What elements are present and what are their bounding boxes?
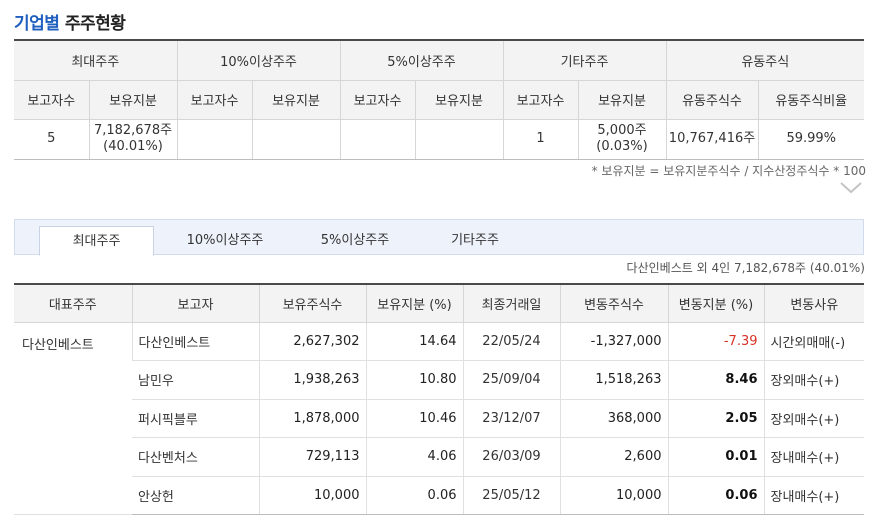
summary-group-header: 5%이상주주 xyxy=(339,40,503,81)
share-formula-note: * 보유지분 = 보유지분주식수 / 지수산정주식수 * 100 xyxy=(591,164,866,178)
held-shares: 2,627,302 xyxy=(258,322,366,361)
summary-cell: 1 xyxy=(502,119,578,160)
summary-cell: 5 xyxy=(14,119,89,160)
last-trade-date: 23/12/07 xyxy=(462,399,560,438)
summary-subheader: 보유지분 xyxy=(577,80,666,120)
changed-percent: -7.39 xyxy=(667,322,764,361)
summary-cell: 7,182,678주 (40.01%) xyxy=(88,119,177,160)
shareholder-summary-table: 최대주주 10%이상주주 5%이상주주 기타주주 유동주식 보고자수 보유지분 … xyxy=(14,39,864,160)
change-reason: 장내매수(+) xyxy=(763,437,864,477)
tab-other-shareholder[interactable]: 기타주주 xyxy=(425,226,525,256)
last-trade-date: 25/05/12 xyxy=(462,476,560,515)
column-header: 보유지분 (%) xyxy=(365,284,463,323)
table-row: 다산인베스트 다산인베스트 2,627,302 14.64 22/05/24 -… xyxy=(14,322,864,515)
table-row: 안상헌 10,000 0.06 25/05/12 10,000 0.06 장내매… xyxy=(14,476,864,515)
shareholder-detail-table: 대표주주 보고자 보유주식수 보유지분 (%) 최종거래일 변동주식수 변동지분… xyxy=(14,283,864,515)
shareholder-tabs: 최대주주 10%이상주주 5%이상주주 기타주주 xyxy=(14,219,864,256)
last-trade-date: 25/09/04 xyxy=(462,360,560,400)
reporter-name: 다산인베스트 xyxy=(131,322,259,361)
summary-group-header: 유동주식 xyxy=(665,40,864,81)
changed-shares: 10,000 xyxy=(559,476,668,515)
changed-shares: 368,000 xyxy=(559,399,668,438)
changed-shares: 1,518,263 xyxy=(559,360,668,400)
summary-subheader: 보유지분 xyxy=(414,80,503,120)
summary-group-header: 10%이상주주 xyxy=(176,40,340,81)
change-reason: 장외매수(+) xyxy=(763,399,864,438)
change-reason: 장외매수(+) xyxy=(763,360,864,400)
held-shares: 1,938,263 xyxy=(258,360,366,400)
column-header: 변동주식수 xyxy=(559,284,668,323)
last-trade-date: 22/05/24 xyxy=(462,322,560,361)
held-shares: 1,878,000 xyxy=(258,399,366,438)
shareholder-total-info: 다산인베스트 외 4인 7,182,678주 (40.01%) xyxy=(626,261,865,275)
summary-cell xyxy=(339,119,415,160)
page-title-section: 주주현황 xyxy=(64,14,126,34)
summary-subheader: 보고자수 xyxy=(502,80,578,120)
column-header: 보고자 xyxy=(131,284,259,323)
tab-10-percent-shareholder[interactable]: 10%이상주주 xyxy=(165,226,285,256)
changed-shares: -1,327,000 xyxy=(559,322,668,361)
changed-percent: 0.06 xyxy=(667,476,764,515)
page-title: 기업별 주주현황 xyxy=(14,9,126,34)
table-row: 남민우 1,938,263 10.80 25/09/04 1,518,263 8… xyxy=(14,360,864,400)
tab-5-percent-shareholder[interactable]: 5%이상주주 xyxy=(295,226,415,256)
page-title-company: 기업별 xyxy=(14,14,60,34)
summary-subheader: 보유지분 xyxy=(88,80,177,120)
changed-shares: 2,600 xyxy=(559,437,668,477)
reporter-name: 남민우 xyxy=(132,360,259,400)
held-percent: 14.64 xyxy=(365,322,463,361)
column-header: 변동지분 (%) xyxy=(667,284,764,323)
reporter-name: 퍼시픽블루 xyxy=(132,399,259,438)
reporter-name: 안상헌 xyxy=(132,476,259,515)
summary-cell xyxy=(251,119,340,160)
column-header: 대표주주 xyxy=(14,284,132,323)
summary-subheader: 보유지분 xyxy=(251,80,340,120)
table-row: 다산벤처스 729,113 4.06 26/03/09 2,600 0.01 장… xyxy=(14,437,864,477)
summary-subheader: 유동주식수 xyxy=(665,80,758,120)
held-shares: 729,113 xyxy=(258,437,366,477)
summary-cell xyxy=(414,119,503,160)
summary-cell: 5,000주 (0.03%) xyxy=(577,119,666,160)
held-percent: 4.06 xyxy=(365,437,463,477)
representative-shareholder: 다산인베스트 xyxy=(14,322,132,515)
summary-cell: 59.99% xyxy=(757,119,864,160)
held-percent: 0.06 xyxy=(365,476,463,515)
changed-percent: 2.05 xyxy=(667,399,764,438)
change-reason: 시간외매매(-) xyxy=(763,322,864,361)
summary-subheader: 보고자수 xyxy=(176,80,252,120)
summary-group-header: 기타주주 xyxy=(502,40,666,81)
summary-subheader: 보고자수 xyxy=(14,80,89,120)
tab-largest-shareholder[interactable]: 최대주주 xyxy=(39,226,154,256)
column-header: 최종거래일 xyxy=(462,284,560,323)
summary-subheader: 유동주식비율 xyxy=(757,80,864,120)
column-header: 보유주식수 xyxy=(258,284,366,323)
column-header: 변동사유 xyxy=(763,284,864,323)
reporter-name: 다산벤처스 xyxy=(132,437,259,477)
held-shares: 10,000 xyxy=(258,476,366,515)
summary-cell xyxy=(176,119,252,160)
summary-cell: 10,767,416주 xyxy=(665,119,758,160)
summary-subheader: 보고자수 xyxy=(339,80,415,120)
last-trade-date: 26/03/09 xyxy=(462,437,560,477)
changed-percent: 8.46 xyxy=(667,360,764,400)
held-percent: 10.80 xyxy=(365,360,463,400)
table-row: 퍼시픽블루 1,878,000 10.46 23/12/07 368,000 2… xyxy=(14,399,864,438)
change-reason: 장내매수(+) xyxy=(763,476,864,515)
changed-percent: 0.01 xyxy=(667,437,764,477)
held-percent: 10.46 xyxy=(365,399,463,438)
chevron-down-icon[interactable] xyxy=(839,181,863,195)
summary-group-header: 최대주주 xyxy=(14,40,177,81)
